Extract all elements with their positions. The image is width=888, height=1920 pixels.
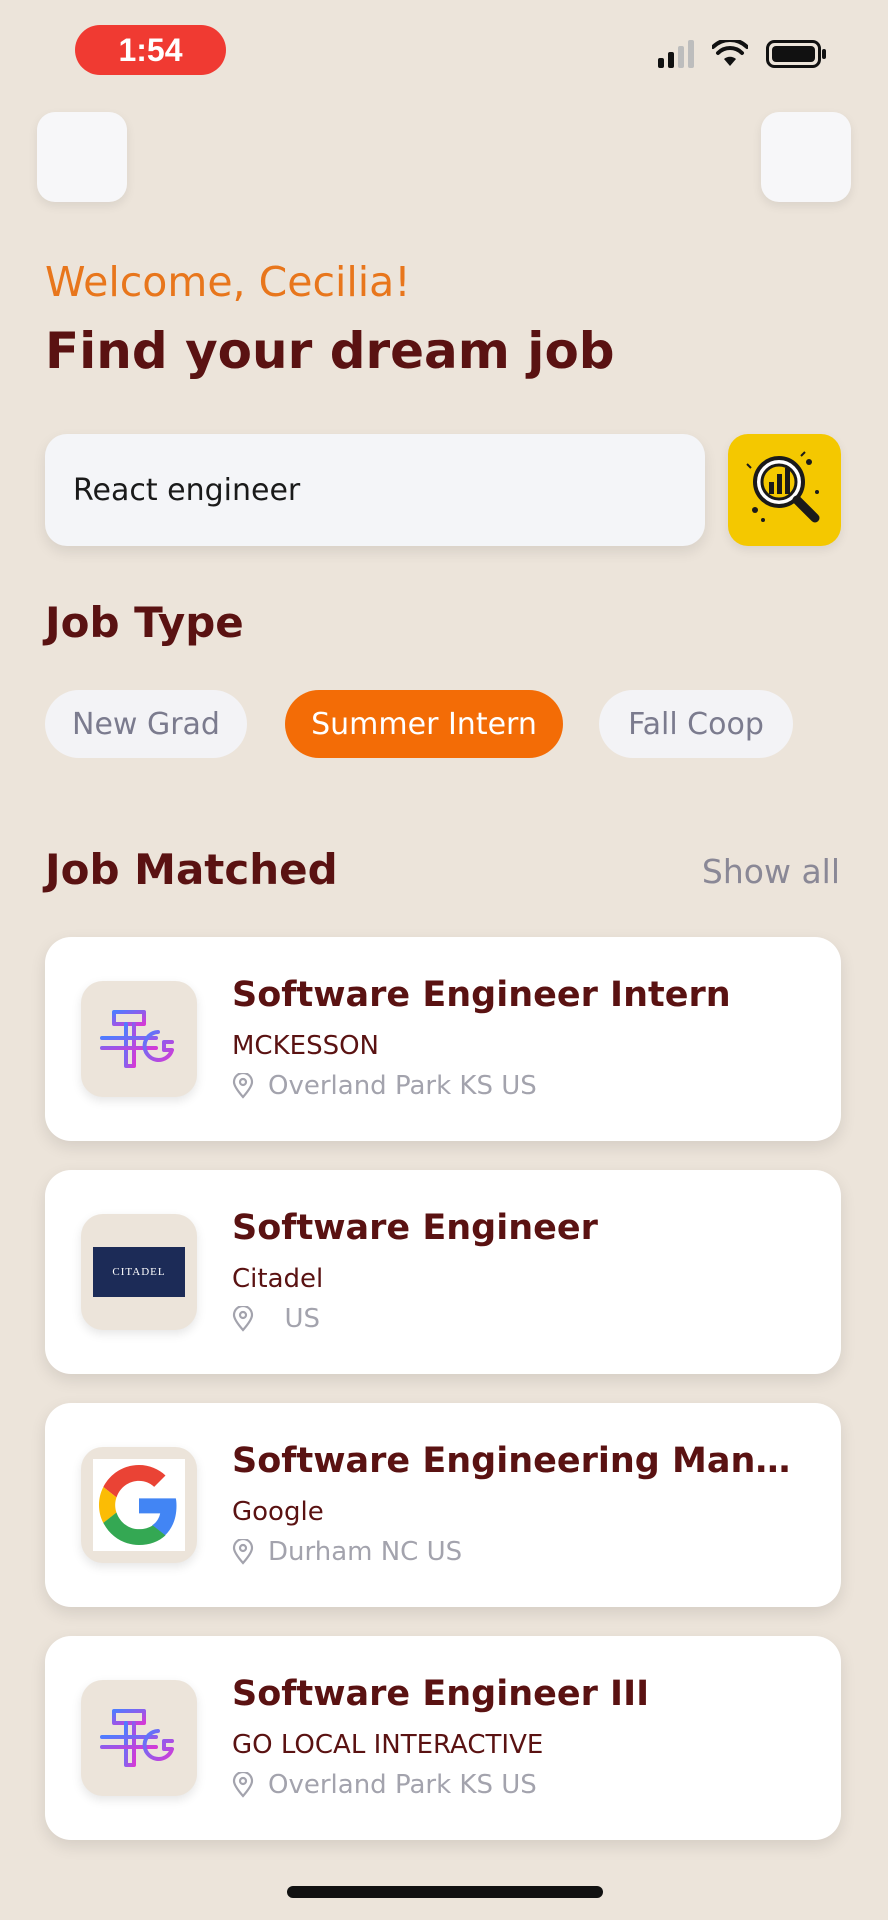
company-name: Google [232, 1497, 324, 1527]
location-pin-icon [232, 1073, 254, 1099]
tools-icon [100, 1010, 174, 1068]
company-name: MCKESSON [232, 1031, 379, 1061]
location-text: US [268, 1304, 321, 1334]
company-logo [81, 1447, 197, 1563]
job-card[interactable]: Software Engineering Manag... Google Dur… [45, 1403, 841, 1607]
home-indicator[interactable] [287, 1886, 603, 1898]
wifi-icon [712, 40, 748, 66]
job-location: Durham NC US [232, 1537, 462, 1567]
job-type-chips: New Grad Summer Intern Fall Coop [45, 690, 845, 758]
status-icons [658, 40, 828, 68]
job-location: Overland Park KS US [232, 1071, 537, 1101]
search-chart-icon [745, 451, 819, 523]
company-logo [81, 1680, 197, 1796]
show-all-link[interactable]: Show all [702, 852, 840, 891]
job-location: US [232, 1304, 320, 1334]
status-bar: 1:54 [0, 0, 888, 100]
tools-icon [100, 1709, 174, 1767]
location-pin-icon [232, 1306, 254, 1332]
profile-button[interactable] [761, 112, 851, 202]
location-pin-icon [232, 1539, 254, 1565]
job-card[interactable]: CITADEL Software Engineer Citadel US [45, 1170, 841, 1374]
job-matched-title: Job Matched [45, 845, 338, 894]
job-title: Software Engineering Manag... [232, 1441, 812, 1481]
status-time: 1:54 [75, 25, 226, 75]
chip-summer-intern[interactable]: Summer Intern [285, 690, 563, 758]
citadel-logo: CITADEL [93, 1247, 185, 1297]
welcome-text: Welcome, Cecilia! [45, 258, 411, 306]
search-input[interactable] [73, 472, 705, 508]
google-logo [99, 1465, 177, 1545]
job-card[interactable]: Software Engineer Intern MCKESSON Overla… [45, 937, 841, 1141]
job-card[interactable]: Software Engineer III GO LOCAL INTERACTI… [45, 1636, 841, 1840]
company-logo: CITADEL [81, 1214, 197, 1330]
cellular-signal-icon [658, 40, 694, 68]
job-location: Overland Park KS US [232, 1770, 537, 1800]
job-title: Software Engineer III [232, 1674, 650, 1714]
location-text: Overland Park KS US [268, 1071, 537, 1101]
location-text: Durham NC US [268, 1537, 463, 1567]
page-title: Find your dream job [45, 322, 615, 380]
company-name: GO LOCAL INTERACTIVE [232, 1730, 544, 1760]
chip-fall-coop[interactable]: Fall Coop [599, 690, 793, 758]
search-field[interactable] [45, 434, 705, 546]
location-text: Overland Park KS US [268, 1770, 537, 1800]
company-logo [81, 981, 197, 1097]
search-button[interactable] [728, 434, 841, 546]
citadel-logo-text: CITADEL [112, 1266, 166, 1278]
job-title: Software Engineer Intern [232, 975, 731, 1015]
job-type-title: Job Type [45, 598, 244, 647]
battery-icon [766, 40, 826, 68]
company-name: Citadel [232, 1264, 324, 1294]
job-title: Software Engineer [232, 1208, 598, 1248]
menu-button[interactable] [37, 112, 127, 202]
location-pin-icon [232, 1772, 254, 1798]
chip-new-grad[interactable]: New Grad [45, 690, 247, 758]
